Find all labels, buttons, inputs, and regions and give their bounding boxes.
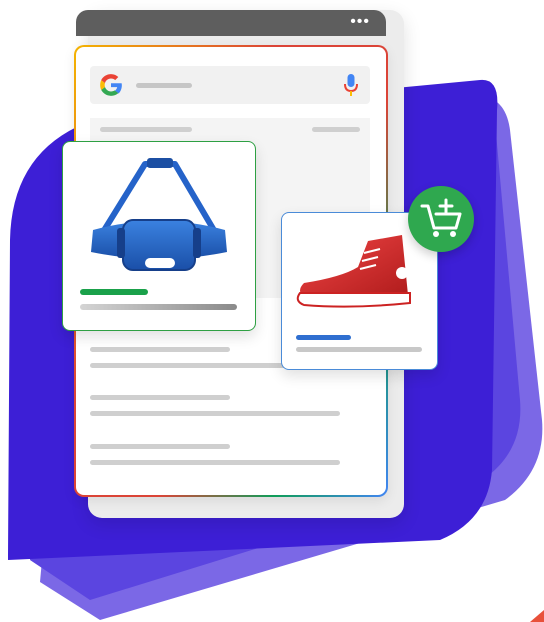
- result-line: [312, 127, 360, 132]
- search-query-placeholder: [136, 83, 192, 88]
- result-line: [90, 395, 230, 400]
- product-card-bag[interactable]: [62, 141, 256, 331]
- search-bar[interactable]: [90, 66, 370, 104]
- product-price-bar: [296, 335, 351, 340]
- add-to-cart-icon: [420, 198, 462, 237]
- duffel-bag-icon: [91, 158, 227, 271]
- phone-top-bar: •••: [76, 10, 386, 36]
- microphone-icon[interactable]: [344, 74, 358, 96]
- result-line: [90, 411, 340, 416]
- result-line: [90, 363, 295, 368]
- add-to-cart-button[interactable]: [408, 186, 474, 252]
- google-g-logo: [100, 74, 122, 96]
- result-line: [100, 127, 192, 132]
- product-title-bar: [80, 304, 237, 310]
- result-line: [90, 444, 230, 449]
- more-dots-icon[interactable]: •••: [350, 14, 370, 30]
- product-title-bar: [296, 347, 422, 352]
- result-line: [90, 347, 230, 352]
- corner-accent: [530, 610, 544, 622]
- product-price-bar: [80, 289, 148, 295]
- result-line: [90, 460, 340, 465]
